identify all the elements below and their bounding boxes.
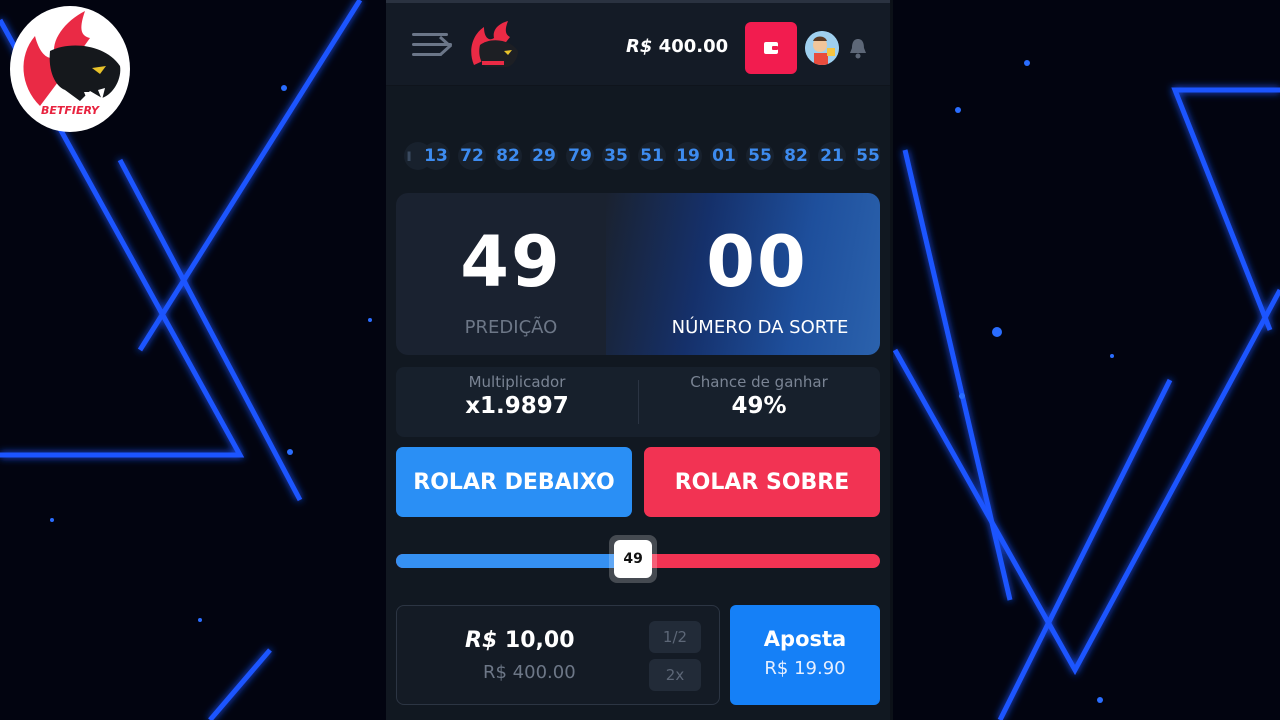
balance-currency: R$ [626, 36, 653, 57]
lucky-number-value: 00 [706, 221, 808, 303]
game-content: ı 13 72 82 29 79 35 51 19 01 55 82 21 55 49 PREDIÇÃO… [386, 86, 890, 720]
bet-amount-value: 10,00 [504, 628, 575, 653]
history-item: 13 [418, 141, 454, 171]
half-bet-button[interactable]: 1/2 [649, 621, 701, 653]
wallet-button[interactable] [745, 22, 797, 74]
history-item: 35 [598, 141, 634, 171]
menu-arrow-icon[interactable] [412, 33, 452, 61]
brand-logo: BETFIERY [10, 6, 130, 132]
history-item: 21 [814, 141, 850, 171]
prediction-panel: 49 PREDIÇÃO 00 NÚMERO DA SORTE [396, 193, 880, 355]
history-item: 82 [490, 141, 526, 171]
history-item: 55 [742, 141, 778, 171]
history-item: 51 [634, 141, 670, 171]
bet-currency: R$ [465, 628, 498, 653]
top-bar: R$ 400.00 [386, 0, 893, 86]
history-item: 72 [454, 141, 490, 171]
roll-over-button[interactable]: ROLAR SOBRE [644, 447, 880, 517]
bell-icon[interactable] [848, 37, 868, 59]
double-bet-button[interactable]: 2x [649, 659, 701, 691]
prediction-value: 49 [460, 221, 562, 303]
win-chance-label: Chance de ganhar [690, 373, 828, 391]
user-avatar[interactable] [805, 31, 839, 65]
lucky-number-label: NÚMERO DA SORTE [671, 317, 849, 338]
brand-name: BETFIERY [41, 104, 99, 117]
balance-value: 400.00 [658, 36, 729, 57]
history-item: 79 [562, 141, 598, 171]
slider-thumb[interactable]: 49 [609, 535, 658, 583]
bet-amount-box[interactable]: R$ 10,00 R$ 400.00 1/2 2x [396, 605, 720, 705]
roll-under-button[interactable]: ROLAR DEBAIXO [396, 447, 632, 517]
multiplier-label: Multiplicador [468, 373, 566, 391]
history-item: 01 [706, 141, 742, 171]
results-history: ı 13 72 82 29 79 35 51 19 01 55 82 21 55 [400, 141, 880, 171]
potential-payout: R$ 19.90 [764, 658, 846, 679]
prediction-label: PREDIÇÃO [464, 317, 558, 338]
place-bet-button[interactable]: Aposta R$ 19.90 [730, 605, 880, 705]
avatar-icon [805, 31, 839, 65]
dice-game-app: R$ 400.00 ı 13 72 82 29 79 35 51 19 01 55 [386, 0, 893, 720]
slider-fill-under [396, 554, 634, 568]
balance-display: R$ 400.00 [626, 36, 728, 57]
slider-value: 49 [614, 540, 653, 578]
bet-balance: R$ 400.00 [483, 662, 576, 683]
history-item: 55 [850, 141, 880, 171]
history-item: 19 [670, 141, 706, 171]
history-item: 29 [526, 141, 562, 171]
multiplier-value: x1.9897 [465, 393, 569, 419]
wallet-icon [764, 42, 778, 54]
win-chance-value: 49% [731, 393, 787, 419]
stats-panel: Multiplicador x1.9897 Chance de ganhar 4… [396, 367, 880, 437]
prediction-slider[interactable]: 49 [396, 535, 880, 583]
bet-amount[interactable]: R$ 10,00 [465, 628, 575, 653]
app-logo-icon[interactable] [466, 21, 520, 73]
history-item-partial: ı [400, 141, 432, 171]
history-item: 82 [778, 141, 814, 171]
place-bet-label: Aposta [763, 627, 847, 651]
